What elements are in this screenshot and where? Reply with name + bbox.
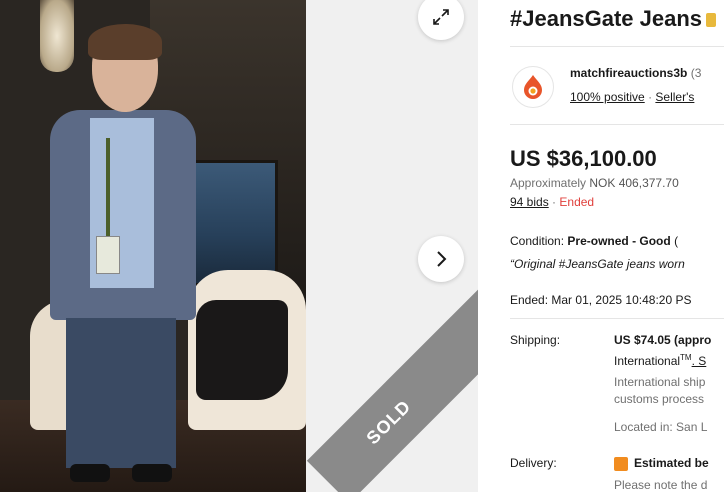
sold-banner xyxy=(306,276,478,492)
shipping-value: US $74.05 (appro xyxy=(614,333,712,347)
delivery-label: Delivery: xyxy=(510,456,557,470)
trademark-mark: TM xyxy=(680,353,692,362)
seller-positive-link[interactable]: 100% positive xyxy=(570,90,645,104)
divider xyxy=(510,124,724,125)
expand-button[interactable] xyxy=(418,0,464,40)
condition-info-icon[interactable]: ( xyxy=(674,234,678,248)
shipping-intl-text: International xyxy=(614,354,681,368)
seller-notes: “Original #JeansGate jeans worn xyxy=(510,257,685,271)
shipping-details-link[interactable]: . S xyxy=(692,354,707,368)
approx-prefix: Approximately xyxy=(510,176,587,190)
separator-dot: · xyxy=(648,90,653,104)
listing-photo[interactable] xyxy=(0,0,306,492)
ribbon-icon xyxy=(706,13,717,28)
approx-value: NOK 406,377.70 xyxy=(589,176,679,190)
approx-price: Approximately NOK 406,377.70 xyxy=(510,176,679,190)
separator-dot: · xyxy=(552,195,557,209)
shipping-label: Shipping: xyxy=(510,333,561,347)
chevron-right-icon xyxy=(437,251,447,267)
seller-logo[interactable] xyxy=(512,66,554,108)
condition-label: Condition: xyxy=(510,234,565,248)
delivery-flag-icon xyxy=(614,456,628,471)
expand-icon xyxy=(433,9,449,25)
item-location: Located in: San L xyxy=(614,420,708,434)
bids-row: 94 bids · Ended xyxy=(510,195,594,209)
ended-value: Mar 01, 2025 10:48:20 PS xyxy=(551,293,692,307)
seller-name[interactable]: matchfireauctions3b (3 xyxy=(570,66,701,80)
bids-link[interactable]: 94 bids xyxy=(510,195,549,209)
listing-title: #JeansGate Jeans xyxy=(510,6,717,32)
condition-value: Pre-owned - Good xyxy=(567,234,671,248)
shipping-note-line1: International ship xyxy=(614,375,706,389)
divider xyxy=(510,318,724,319)
seller-feedback-count: (3 xyxy=(690,66,702,80)
flame-icon xyxy=(524,75,542,99)
status-ended: Ended xyxy=(559,195,595,209)
next-image-button[interactable] xyxy=(418,236,464,282)
sellers-other-items-link[interactable]: Seller's xyxy=(655,90,694,104)
delivery-value-text: Estimated be xyxy=(634,456,709,470)
shipping-international: InternationalTM. S xyxy=(614,353,706,368)
divider xyxy=(510,46,724,47)
seller-meta: 100% positive · Seller's xyxy=(570,90,694,104)
delivery-value: Estimated be xyxy=(614,456,709,471)
seller-name-text[interactable]: matchfireauctions3b xyxy=(570,66,687,80)
ended-label: Ended: xyxy=(510,293,549,307)
shipping-note-line2: customs process xyxy=(614,392,705,406)
image-gallery: SOLD xyxy=(0,0,478,492)
listing-price: US $36,100.00 xyxy=(510,146,657,171)
listing-title-text: #JeansGate Jeans xyxy=(510,6,703,31)
listing-detail-panel: #JeansGate Jeans matchfireauctions3b (3 … xyxy=(478,0,724,492)
condition-row: Condition: Pre-owned - Good ( xyxy=(510,234,678,248)
ended-row: Ended: Mar 01, 2025 10:48:20 PS xyxy=(510,293,692,307)
delivery-note: Please note the d xyxy=(614,478,708,492)
photo-person xyxy=(20,18,220,492)
